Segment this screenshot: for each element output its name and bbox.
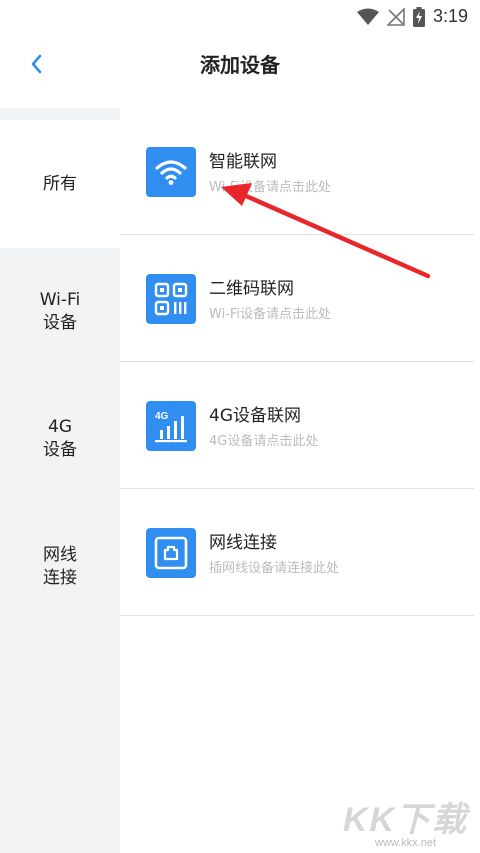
method-4g-network[interactable]: 4G 4G设备联网 4G设备请点击此处 [120, 362, 474, 489]
sidebar-item-label: 网线 连接 [43, 545, 77, 588]
method-ethernet[interactable]: 网线连接 插网线设备请连接此处 [120, 489, 474, 616]
signal-4g-icon: 4G [146, 401, 196, 451]
sidebar-item-label: 所有 [43, 173, 77, 194]
page-title: 添加设备 [200, 53, 280, 77]
ethernet-port-icon [146, 528, 196, 578]
no-signal-icon [386, 7, 405, 26]
wifi-icon [146, 147, 196, 197]
watermark: KK下载 www.kkx.net [343, 792, 468, 849]
method-subtitle: 4G设备请点击此处 [209, 434, 319, 449]
method-title: 网线连接 [209, 533, 277, 553]
svg-text:4G: 4G [155, 411, 169, 422]
method-subtitle: 插网线设备请连接此处 [209, 561, 340, 576]
wifi-icon [356, 8, 379, 25]
status-bar: 3:19 [0, 0, 480, 34]
sidebar-item-label: Wi-Fi 设备 [39, 290, 81, 333]
category-sidebar: 所有 Wi-Fi 设备 4G 设备 网线 连接 [0, 108, 120, 853]
method-title: 智能联网 [209, 152, 277, 172]
watermark-logo: KK下载 [342, 801, 468, 839]
method-qr-code[interactable]: 二维码联网 Wi-Fi设备请点击此处 [120, 235, 474, 362]
status-time: 3:19 [432, 6, 468, 26]
method-title: 二维码联网 [209, 279, 294, 299]
battery-charging-icon [412, 6, 425, 27]
connection-method-list: 智能联网 Wi-Fi设备请点击此处 二维码联网 Wi-Fi设备请点击此处 4G [120, 108, 480, 853]
sidebar-item-wifi[interactable]: Wi-Fi 设备 [0, 248, 120, 376]
sidebar-item-ethernet[interactable]: 网线 连接 [0, 503, 120, 631]
app-header: 添加设备 [0, 34, 480, 108]
qr-code-icon [146, 274, 196, 324]
sidebar-item-all[interactable]: 所有 [0, 120, 120, 248]
method-subtitle: Wi-Fi设备请点击此处 [209, 180, 332, 195]
method-smart-network[interactable]: 智能联网 Wi-Fi设备请点击此处 [120, 108, 474, 235]
method-subtitle: Wi-Fi设备请点击此处 [209, 307, 332, 322]
sidebar-item-label: 4G 设备 [43, 417, 77, 460]
method-title: 4G设备联网 [209, 406, 301, 426]
sidebar-item-4g[interactable]: 4G 设备 [0, 375, 120, 503]
status-icons: 3:19 [356, 6, 468, 27]
